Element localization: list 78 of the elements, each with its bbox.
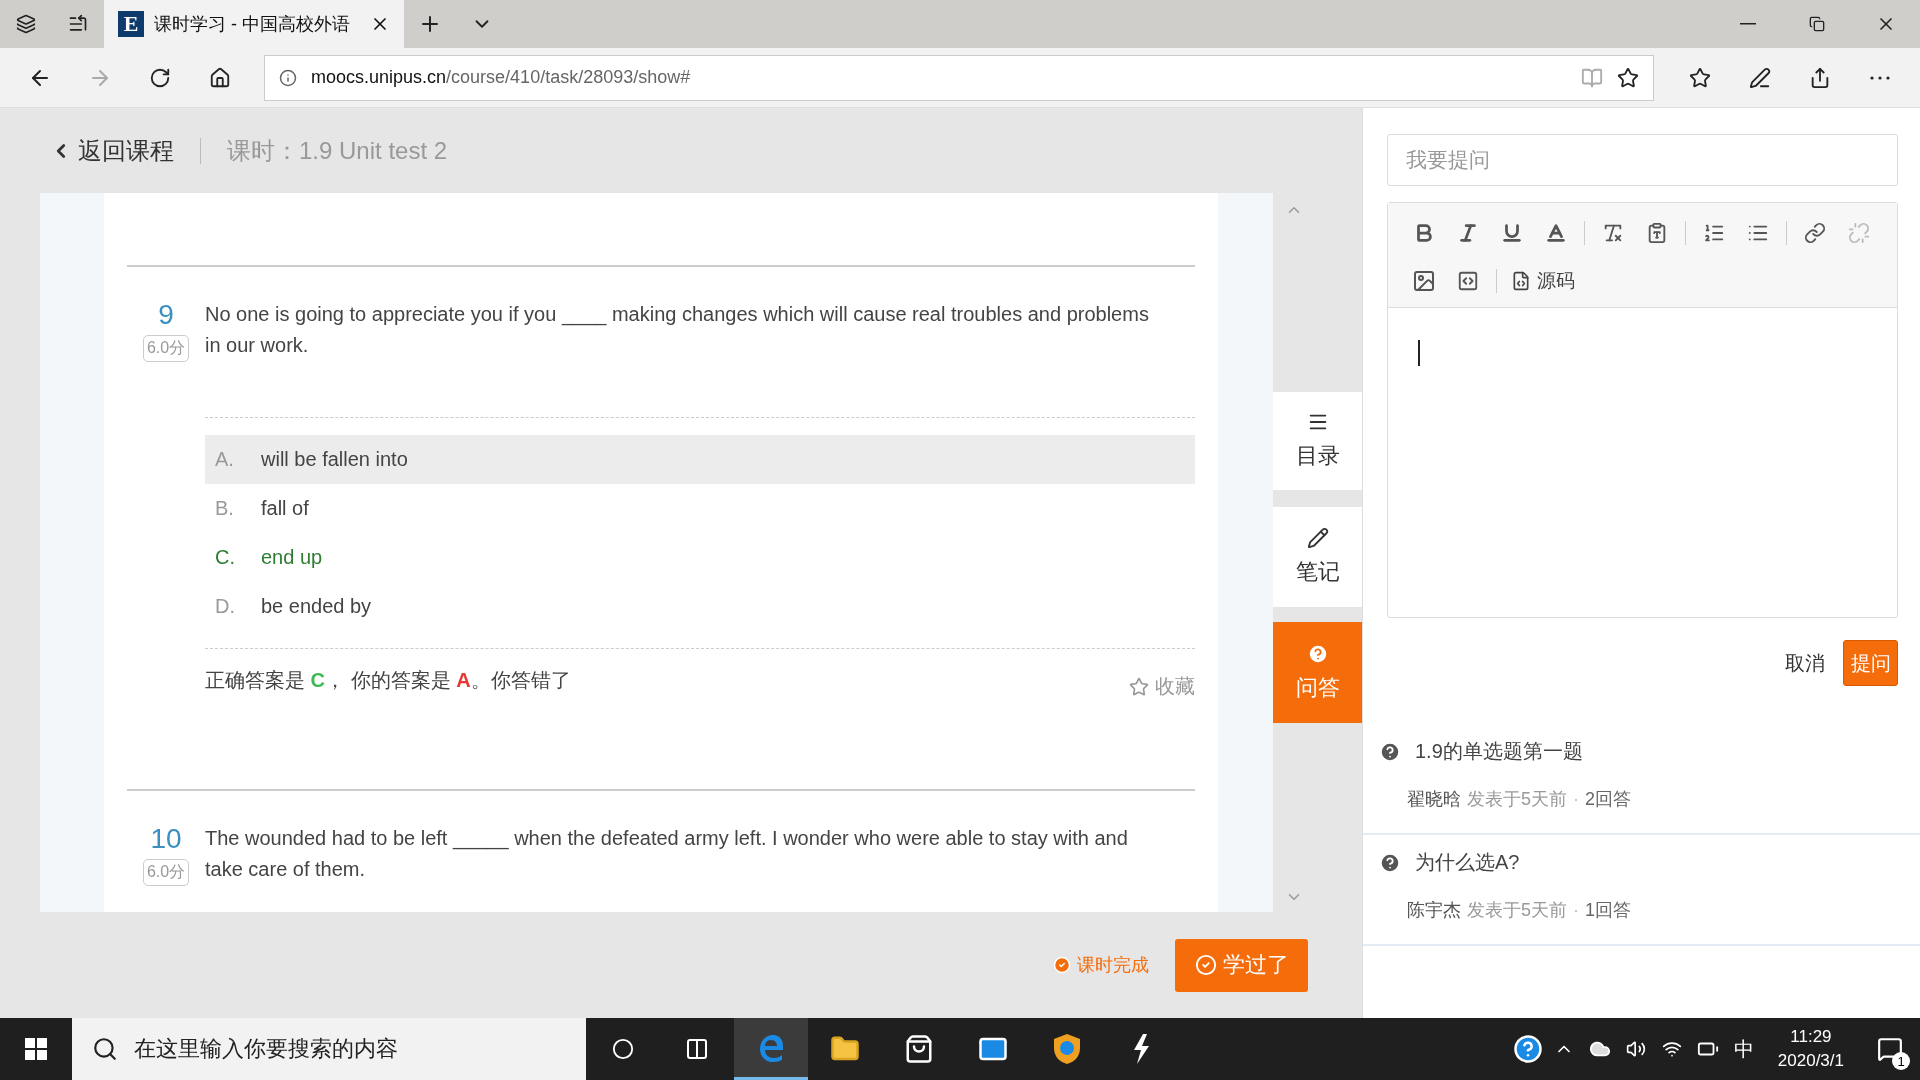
author-name: 翟晓晗 — [1407, 788, 1461, 811]
unlink-icon — [1848, 222, 1870, 244]
site-logo-icon: E — [118, 11, 144, 37]
home-icon — [209, 66, 231, 89]
numbered-list-icon — [1703, 222, 1725, 244]
separator-dot: · — [1573, 788, 1579, 810]
pen-icon — [1749, 66, 1771, 89]
taskbar-search-field[interactable]: 在这里输入你要搜索的内容 — [72, 1018, 586, 1080]
question-text: No one is going to appreciate you if you ____ making changes which will cause real troubles and problems in our work. — [205, 302, 1150, 358]
answer-count[interactable]: 2回答 — [1585, 787, 1632, 811]
post-time: 发表于5天前 — [1467, 788, 1567, 811]
source-button[interactable]: 源码 — [1505, 268, 1581, 294]
reading-view-icon — [1581, 66, 1603, 89]
star-icon — [1129, 676, 1149, 697]
lesson-complete-status: 课时完成 — [1053, 953, 1149, 977]
score-tag: 6.0分 — [142, 859, 190, 886]
answer-option[interactable]: A. will be fallen into — [205, 435, 1195, 484]
post-time: 发表于5天前 — [1467, 899, 1567, 922]
question-title-field[interactable]: 我要提问 — [1387, 134, 1898, 186]
refresh-icon — [149, 66, 171, 89]
code-file-icon — [1511, 271, 1531, 291]
question-icon — [1379, 740, 1401, 763]
side-nav-tab[interactable]: 笔记 — [1273, 507, 1362, 607]
answer-option[interactable]: B. fall of — [205, 484, 1195, 533]
cortana-circle-icon — [612, 1038, 634, 1060]
search-icon — [92, 1036, 118, 1062]
cancel-button[interactable]: 取消 — [1779, 648, 1831, 678]
score-tag: 6.0分 — [142, 335, 190, 362]
side-nav-tab[interactable]: 目录 — [1273, 392, 1362, 490]
paste-text-icon — [1646, 222, 1668, 244]
favorites-icon — [1689, 66, 1711, 89]
answer-option[interactable]: C. end up — [205, 533, 1195, 582]
restore-icon — [1808, 16, 1825, 32]
star-icon — [1617, 66, 1639, 89]
text-cursor — [1418, 340, 1420, 366]
image-icon — [1412, 269, 1436, 293]
separator-dot: · — [1573, 899, 1579, 921]
browser-tab[interactable]: E 课时学习 - 中国高校外语 — [104, 0, 404, 48]
code-block-icon — [1457, 270, 1479, 292]
underline-icon — [1501, 222, 1523, 244]
font-color-icon — [1545, 222, 1567, 244]
store-bag-icon — [904, 1034, 934, 1064]
question-link[interactable]: 1.9的单选题第一题 — [1415, 738, 1583, 765]
check-circle-icon — [1053, 956, 1071, 974]
lightning-icon — [1131, 1034, 1151, 1064]
italic-icon — [1457, 222, 1479, 244]
answer-feedback: 正确答案是 C， 你的答案是 A。你答错了 — [205, 668, 571, 693]
link-icon — [1804, 222, 1826, 244]
notification-badge: 1 — [1892, 1052, 1910, 1070]
back-link[interactable]: 返回课程 — [50, 134, 174, 167]
clear-format-icon — [1602, 222, 1624, 244]
question-number: 10 — [150, 823, 182, 855]
address-field[interactable]: moocs.unipus.cn/course/410/task/28093/show# — [264, 54, 1654, 101]
shield-icon — [1052, 1033, 1082, 1065]
windows-logo-icon — [25, 1038, 47, 1060]
task-view-icon — [685, 1037, 709, 1061]
tab-stack-icon — [16, 14, 36, 34]
wifi-icon — [1661, 1039, 1682, 1059]
share-icon — [1809, 66, 1831, 89]
answer-option[interactable]: D. be ended by — [205, 582, 1195, 631]
volume-icon — [1625, 1039, 1646, 1059]
question-icon — [1306, 642, 1329, 665]
question-icon — [1379, 851, 1401, 874]
author-name: 陈宇杰 — [1407, 899, 1461, 922]
minimize-icon — [1739, 23, 1756, 25]
tab-aside-icon — [68, 14, 88, 34]
question-number: 9 — [158, 299, 174, 331]
question-link[interactable]: 为什么选A? — [1415, 849, 1520, 876]
lesson-title: 课时：1.9 Unit test 2 — [227, 135, 448, 166]
input-method-indicator[interactable]: 中 — [1725, 1035, 1762, 1063]
pencil-icon — [1306, 527, 1329, 549]
check-circle-icon — [1194, 954, 1217, 976]
more-icon — [1870, 75, 1890, 80]
answer-count[interactable]: 1回答 — [1585, 898, 1632, 922]
help-icon — [1512, 1034, 1543, 1064]
question-text: The wounded had to be left _____ when the defeated army left. I wonder who were able to stay with and take care of them. — [205, 826, 1129, 882]
clock[interactable]: 11:29 2020/3/1 — [1761, 1025, 1860, 1073]
info-icon — [279, 68, 297, 87]
